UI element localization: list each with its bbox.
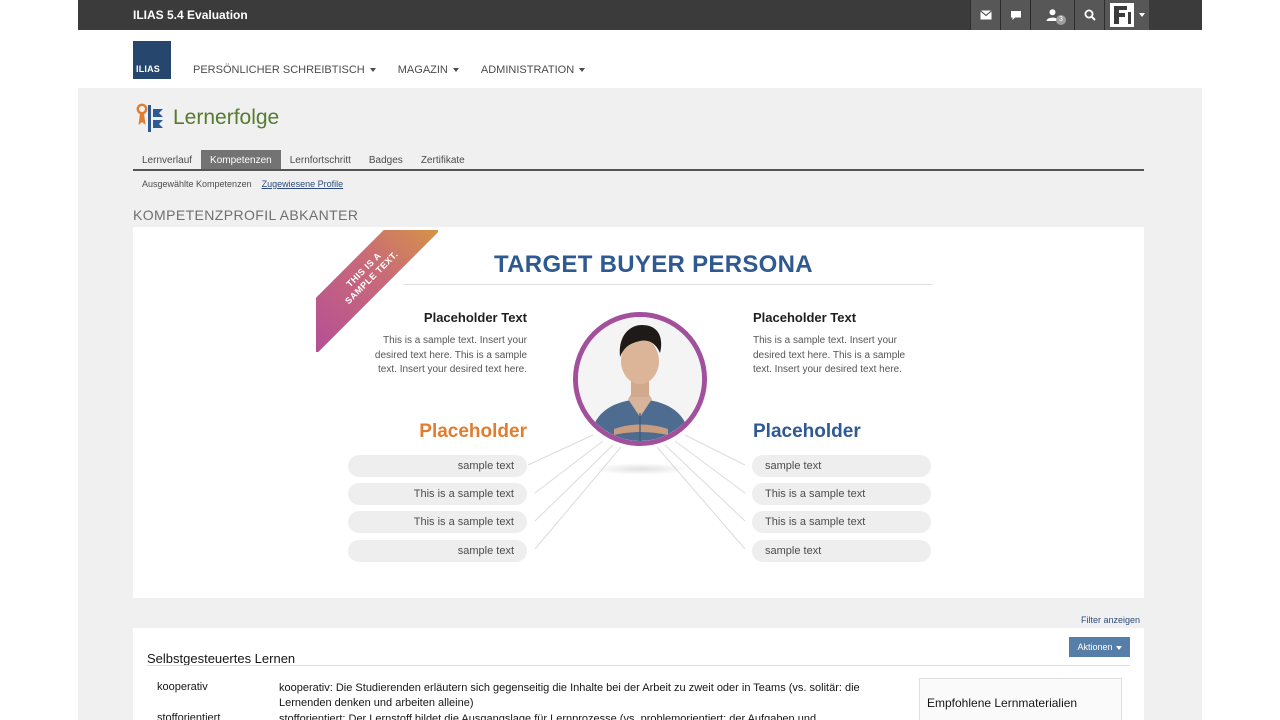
panel-divider (147, 665, 1130, 666)
users-count-badge: 3 (1056, 15, 1066, 25)
persona-infographic: THIS IS A SAMPLE TEXT. TARGET BUYER PERS… (133, 227, 1144, 598)
recommended-materials-title: Empfohlene Lernmaterialien (927, 696, 1078, 710)
competence-term: kooperativ (157, 681, 208, 693)
installation-title: ILIAS 5.4 Evaluation (133, 8, 248, 22)
subtab-selected-competences[interactable]: Ausgewählte Kompetenzen (142, 179, 252, 189)
title-row: Lernerfolge (135, 103, 279, 133)
left-placeholder-title: Placeholder (419, 421, 527, 442)
right-pill: This is a sample text (752, 483, 931, 505)
page-title: Lernerfolge (173, 106, 280, 129)
left-pill: sample text (348, 455, 527, 477)
search-icon (1084, 9, 1096, 21)
right-pill: sample text (752, 455, 931, 477)
tab-zertifikate[interactable]: Zertifikate (412, 150, 474, 169)
left-placeholder-heading: Placeholder Text (423, 310, 527, 325)
chevron-down-icon (1138, 13, 1145, 17)
left-placeholder-body: This is a sample text. Insert your desir… (374, 335, 527, 375)
nav-item-administration[interactable]: ADMINISTRATION (480, 64, 586, 76)
person-photo (578, 317, 702, 441)
main-nav: PERSÖNLICHER SCHREIBTISCH MAGAZIN ADMINI… (193, 64, 586, 76)
competence-description: kooperativ: Die Studierenden erläutern s… (279, 682, 860, 709)
actions-label: Aktionen (1077, 642, 1113, 652)
persona-title: TARGET BUYER PERSONA (494, 251, 813, 278)
left-pill: This is a sample text (348, 483, 527, 505)
right-placeholder-body: This is a sample text. Insert your desir… (753, 335, 906, 375)
right-pill: sample text (752, 540, 931, 562)
mail-button[interactable] (970, 0, 1000, 30)
left-pill: This is a sample text (348, 511, 527, 533)
header: ILIAS PERSÖNLICHER SCHREIBTISCH MAGAZIN … (78, 30, 1202, 88)
nav-label: ADMINISTRATION (480, 64, 575, 76)
show-filter-link[interactable]: Filter anzeigen (1081, 615, 1140, 625)
tab-lernverlauf[interactable]: Lernverlauf (133, 150, 201, 169)
ilias-logo[interactable]: ILIAS (133, 41, 171, 79)
competence-description: stofforientiert: Der Lernstoff bildet di… (279, 713, 817, 720)
portrait-shadow (591, 463, 691, 475)
user-avatar-menu[interactable] (1104, 0, 1149, 30)
nav-label: MAGAZIN (397, 64, 448, 76)
section-title: KOMPETENZPROFIL ABKANTER (133, 207, 359, 223)
subtabs: Ausgewählte Kompetenzen Zugewiesene Prof… (142, 179, 343, 189)
top-bar: ILIAS 5.4 Evaluation 3 (78, 0, 1202, 30)
right-placeholder-title: Placeholder (753, 421, 861, 442)
competence-panel: Selbstgesteuertes Lernen Aktionen kooper… (133, 628, 1144, 720)
title-divider (403, 284, 933, 285)
top-bar-icons: 3 (970, 0, 1149, 30)
competence-term: stofforientiert (157, 712, 221, 720)
actions-dropdown[interactable]: Aktionen (1069, 637, 1130, 657)
right-pill: This is a sample text (752, 511, 931, 533)
chevron-down-icon (452, 68, 459, 73)
tab-badges[interactable]: Badges (360, 150, 412, 169)
nav-label: PERSÖNLICHER SCHREIBTISCH (193, 64, 365, 76)
chat-button[interactable] (1000, 0, 1030, 30)
recommended-materials-box: Empfohlene Lernmaterialien (919, 678, 1122, 720)
persona-portrait (573, 312, 707, 446)
chevron-down-icon (1115, 645, 1122, 650)
right-placeholder-heading: Placeholder Text (753, 310, 857, 325)
tabs: Lernverlauf Kompetenzen Lernfortschritt … (133, 150, 1144, 171)
mail-icon (979, 10, 992, 20)
tab-lernfortschritt[interactable]: Lernfortschritt (281, 150, 360, 169)
search-button[interactable] (1074, 0, 1104, 30)
nav-item-personal-desk[interactable]: PERSÖNLICHER SCHREIBTISCH (193, 64, 376, 76)
nav-item-magazin[interactable]: MAGAZIN (398, 64, 459, 76)
avatar (1109, 3, 1134, 27)
chevron-down-icon (579, 68, 586, 73)
tab-kompetenzen[interactable]: Kompetenzen (201, 150, 281, 169)
achievements-icon (136, 103, 163, 132)
users-button[interactable]: 3 (1030, 0, 1074, 30)
chat-icon (1010, 10, 1021, 20)
chevron-down-icon (369, 68, 376, 73)
left-pill: sample text (348, 540, 527, 562)
subtab-assigned-profiles[interactable]: Zugewiesene Profile (262, 179, 344, 189)
panel-title: Selbstgesteuertes Lernen (147, 651, 296, 666)
page: ILIAS 5.4 Evaluation 3 ILIAS PERSÖNLICHE… (78, 0, 1202, 720)
